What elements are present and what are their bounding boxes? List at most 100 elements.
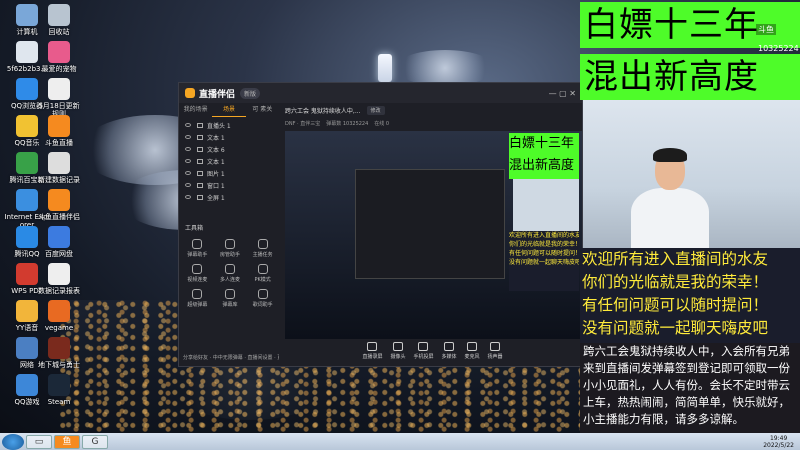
source-type-icon xyxy=(197,194,203,200)
bottom-toolbar-button[interactable]: 麦克风 xyxy=(465,342,480,360)
room-title: 跨六工会 鬼狱持续收人中,... xyxy=(285,107,361,115)
edit-room-button[interactable]: 修改 xyxy=(366,105,385,115)
tool-label: 弹幕库 xyxy=(222,302,238,308)
toolbox-item[interactable]: PK模式 xyxy=(246,264,279,283)
source-item[interactable]: 全屏 1 xyxy=(179,191,279,203)
source-item[interactable]: 窗口 1 xyxy=(179,179,279,191)
toolbox-item[interactable]: 歌词助手 xyxy=(246,289,279,308)
douyu-icon xyxy=(48,189,70,211)
recycle-bin-icon xyxy=(48,4,70,26)
visibility-eye-icon[interactable] xyxy=(185,135,191,139)
source-item[interactable]: 文本 1 xyxy=(179,131,279,143)
tab-my-scenes[interactable]: 我的场景 xyxy=(179,103,212,117)
desktop-shortcut[interactable]: 斗鱼直播 xyxy=(36,115,82,147)
toolbox-item[interactable]: 房管助手 xyxy=(214,239,247,258)
start-button[interactable] xyxy=(2,433,24,450)
visibility-eye-icon[interactable] xyxy=(185,183,191,187)
source-item[interactable]: 文本 1 xyxy=(179,155,279,167)
desktop-shortcut-label: vegame xyxy=(44,324,74,332)
desktop-shortcut[interactable]: 新建数据记录 xyxy=(36,152,82,184)
toolbar-button-icon xyxy=(392,342,403,351)
toolbar-button-label: 麦克风 xyxy=(464,354,480,360)
desktop-shortcut[interactable]: 回收站 xyxy=(36,4,82,36)
source-label: 全屏 1 xyxy=(207,194,225,202)
window-controls[interactable]: — ▢ ✕ xyxy=(549,89,576,98)
yy-icon xyxy=(16,300,38,322)
desktop-shortcut[interactable]: 地下城与勇士 xyxy=(36,337,82,369)
desktop-shortcut[interactable]: vegame xyxy=(36,300,82,332)
bottom-toolbar-button[interactable]: 手机投屏 xyxy=(413,342,434,360)
tool-icon xyxy=(257,289,268,299)
tab-materials[interactable]: 可 素关 xyxy=(246,103,279,117)
desktop-shortcut[interactable]: 最爱的宠物 xyxy=(36,41,82,73)
toolbox-item[interactable]: 超级弹幕 xyxy=(181,289,214,308)
welcome-banner: 欢迎所有进入直播间的水友 你们的光临就是我的荣幸！ 有任何问题可以随时提问！ 没… xyxy=(580,248,800,343)
source-label: 文本 1 xyxy=(207,134,225,142)
cloud-decoration xyxy=(395,50,495,86)
game-icon xyxy=(48,300,70,322)
version-badge[interactable]: 新版 xyxy=(240,87,261,99)
toolbox-item[interactable]: 弹幕库 xyxy=(214,289,247,308)
toolbox-item[interactable]: 视频连麦 xyxy=(181,264,214,283)
desktop-shortcut-label: 回收站 xyxy=(48,28,70,36)
app-icon xyxy=(48,41,70,63)
toolbox-item[interactable]: 主播任务 xyxy=(246,239,279,258)
tab-scene[interactable]: 场景 xyxy=(212,103,246,117)
toolbar-button-label: 多媒体 xyxy=(441,354,457,360)
source-item[interactable]: 直播头 1 xyxy=(179,119,279,131)
scene-tabs: 我的场景 场景 可 素关 xyxy=(179,103,279,117)
bottom-toolbar-button[interactable]: 多媒体 xyxy=(442,342,457,360)
stream-title-line-2: 混出新高度 xyxy=(580,54,800,100)
toolbar-button-icon xyxy=(444,342,454,351)
visibility-eye-icon[interactable] xyxy=(185,171,191,175)
source-item[interactable]: 文本 6 xyxy=(179,143,279,155)
tool-icon xyxy=(192,264,203,274)
toolbar-button-icon xyxy=(490,342,501,351)
desktop-shortcut-label: 数据记录报表 xyxy=(38,287,80,295)
douyu-icon xyxy=(48,115,70,137)
bottom-toolbar: 直播录屏 摄像头 手机投屏 多媒体 麦克风 扬声器 xyxy=(283,336,582,366)
room-sub-info: DNF · 直伴三宝 弹幕数 10325224 在线 0 xyxy=(283,117,582,129)
tool-label: 歌词助手 xyxy=(252,302,273,308)
windows-explorer-icon[interactable]: ▭ xyxy=(26,434,52,449)
bottom-toolbar-button[interactable]: 摄像头 xyxy=(390,342,405,360)
preview-nested-window xyxy=(355,169,505,279)
toolbox-title: 工具箱 xyxy=(185,225,204,232)
category-label[interactable]: DNF · 直伴三宝 xyxy=(285,120,320,127)
tool-icon xyxy=(257,239,268,249)
visibility-eye-icon[interactable] xyxy=(185,123,191,127)
source-type-icon xyxy=(197,158,203,164)
source-item[interactable]: 图片 1 xyxy=(179,167,279,179)
desktop-shortcut[interactable]: 百度网盘 xyxy=(36,226,82,258)
source-label: 文本 1 xyxy=(207,158,225,166)
preview-title-1: 白嫖十三年 xyxy=(509,136,575,151)
document-icon xyxy=(48,78,70,100)
welcome-line: 欢迎所有进入直播间的水友 xyxy=(582,250,769,268)
toolbox-item[interactable]: 多人连麦 xyxy=(214,264,247,283)
tool-label: PK模式 xyxy=(254,277,271,283)
desktop-shortcut[interactable]: 数据记录报表 xyxy=(36,263,82,295)
visibility-eye-icon[interactable] xyxy=(185,147,191,151)
system-clock[interactable]: 19:49 2022/5/22 xyxy=(763,435,794,449)
webcam-feed xyxy=(583,100,800,248)
tool-label: 视频连麦 xyxy=(187,277,208,283)
visibility-eye-icon[interactable] xyxy=(185,195,191,199)
toolbar-button-icon xyxy=(467,342,478,351)
bottom-toolbar-button[interactable]: 扬声器 xyxy=(488,342,503,360)
network-icon xyxy=(16,337,38,359)
desktop-shortcut[interactable]: Steam xyxy=(36,374,82,406)
cloud-drive-icon xyxy=(48,226,70,248)
source-label: 窗口 1 xyxy=(207,182,225,190)
douyu-watermark: 斗鱼 xyxy=(756,24,776,35)
toolbox-item[interactable]: 弹幕助手 xyxy=(181,239,214,258)
tool-icon xyxy=(224,289,235,299)
visibility-eye-icon[interactable] xyxy=(185,159,191,163)
douyu-icon[interactable]: 鱼 xyxy=(54,434,80,449)
desktop-shortcut[interactable]: 斗鱼直播伴侣 xyxy=(36,189,82,221)
game-icon[interactable]: G xyxy=(82,434,108,449)
game-icon xyxy=(48,337,70,359)
streamer-body xyxy=(631,188,709,248)
bottom-toolbar-button[interactable]: 直播录屏 xyxy=(362,342,382,360)
computer-icon xyxy=(16,4,38,26)
desktop-shortcut[interactable]: 5月18日更新规则 xyxy=(36,78,82,118)
